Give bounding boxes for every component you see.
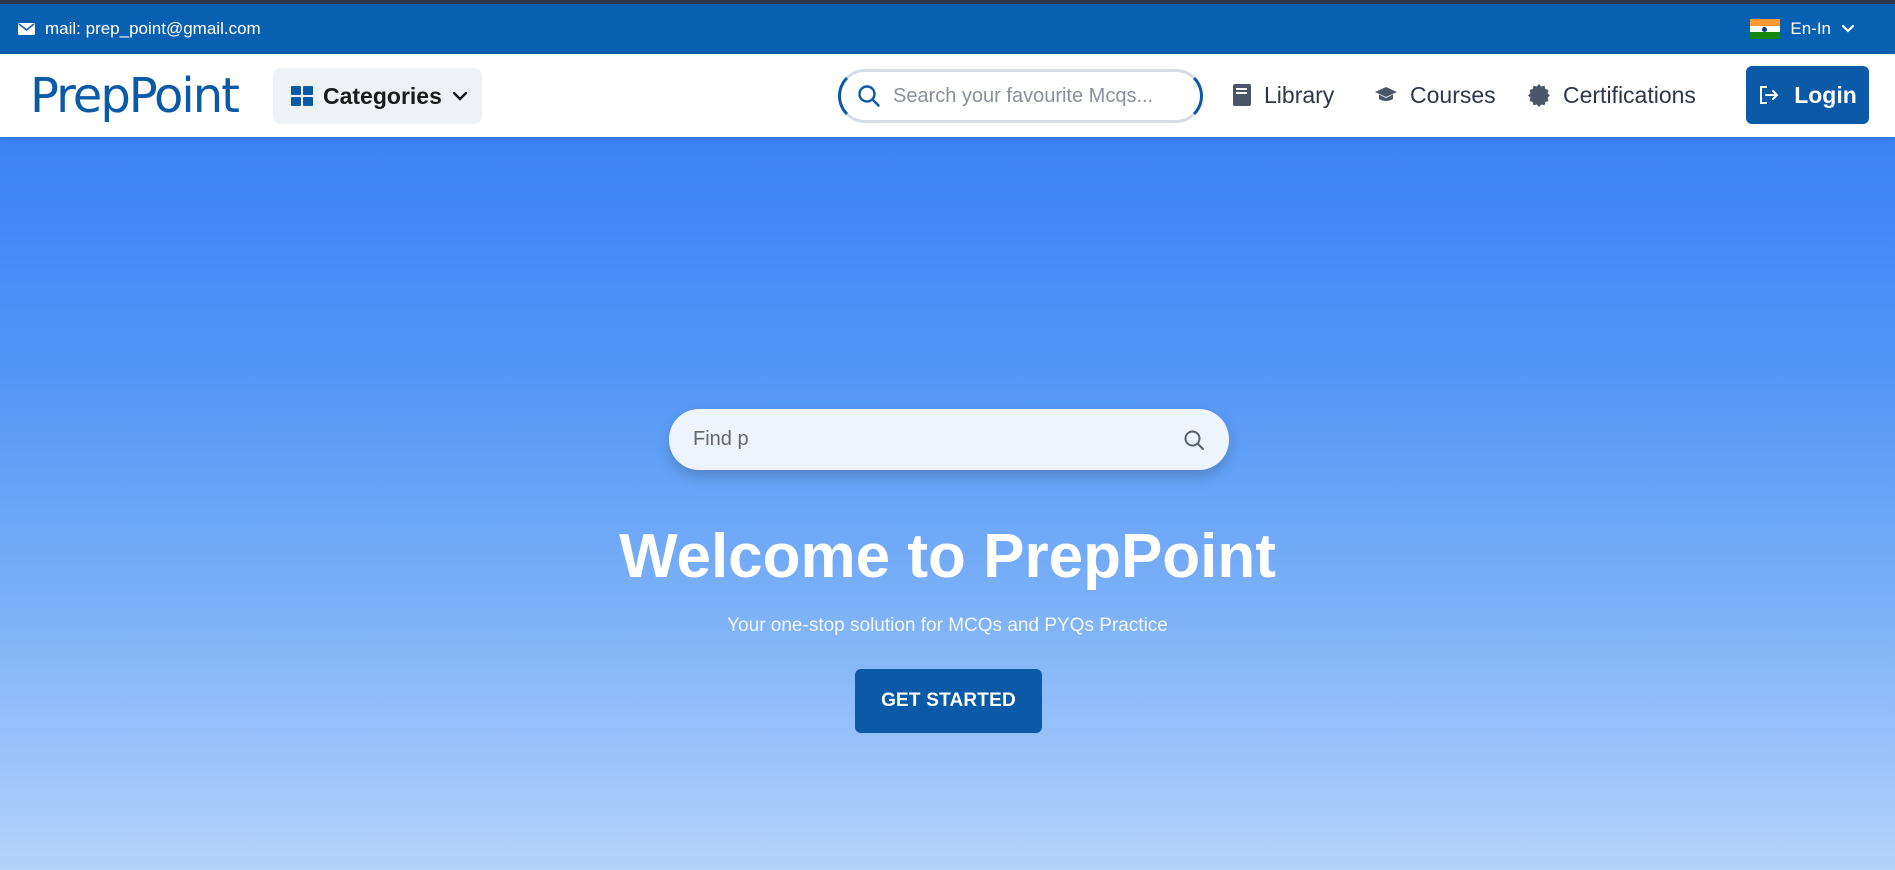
nav-link-certifications[interactable]: Certifications	[1527, 80, 1696, 110]
preppoint-logo[interactable]: PrepPoint	[30, 66, 240, 126]
login-button[interactable]: Login	[1746, 66, 1869, 124]
nav-link-courses[interactable]: Courses	[1374, 80, 1496, 110]
get-started-button[interactable]: GET STARTED	[855, 669, 1042, 733]
contact-email-text: mail: prep_point@gmail.com	[45, 19, 261, 38]
badge-icon	[1528, 84, 1550, 107]
search-icon[interactable]	[1183, 429, 1205, 451]
hero-search-input[interactable]	[693, 428, 1153, 451]
india-flag-icon	[1750, 19, 1781, 40]
search-icon	[858, 85, 880, 107]
grid-icon	[291, 86, 313, 106]
nav-link-library[interactable]: Library	[1232, 80, 1334, 110]
hero-search-box[interactable]	[669, 409, 1229, 470]
language-label: En-In	[1790, 19, 1831, 38]
login-label: Login	[1794, 81, 1857, 108]
contact-email[interactable]: mail: prep_point@gmail.com	[18, 19, 261, 39]
book-icon	[1233, 84, 1251, 106]
navbar-search-box[interactable]	[838, 69, 1203, 123]
chevron-down-icon	[452, 91, 468, 101]
graduation-cap-icon	[1375, 87, 1397, 101]
hero-title: Welcome to PrepPoint	[619, 522, 1276, 591]
nav-certifications-label: Certifications	[1563, 81, 1696, 108]
top-contact-bar: mail: prep_point@gmail.com En-In	[0, 4, 1895, 54]
envelope-icon	[18, 23, 35, 35]
categories-dropdown-button[interactable]: Categories	[273, 68, 482, 124]
categories-label: Categories	[323, 82, 442, 109]
navbar-search-input[interactable]	[893, 84, 1173, 108]
language-selector[interactable]: En-In	[1750, 19, 1855, 40]
chevron-down-icon	[1841, 24, 1855, 33]
logo-text: PrepPoint	[30, 68, 240, 124]
nav-library-label: Library	[1264, 81, 1335, 108]
hero-section: Welcome to PrepPoint Your one-stop solut…	[0, 137, 1895, 870]
hero-subtitle: Your one-stop solution for MCQs and PYQs…	[727, 615, 1168, 636]
nav-courses-label: Courses	[1410, 81, 1496, 108]
login-icon	[1760, 86, 1779, 104]
get-started-label: GET STARTED	[881, 690, 1016, 711]
main-navbar: PrepPoint Categories Library Courses	[0, 54, 1895, 137]
